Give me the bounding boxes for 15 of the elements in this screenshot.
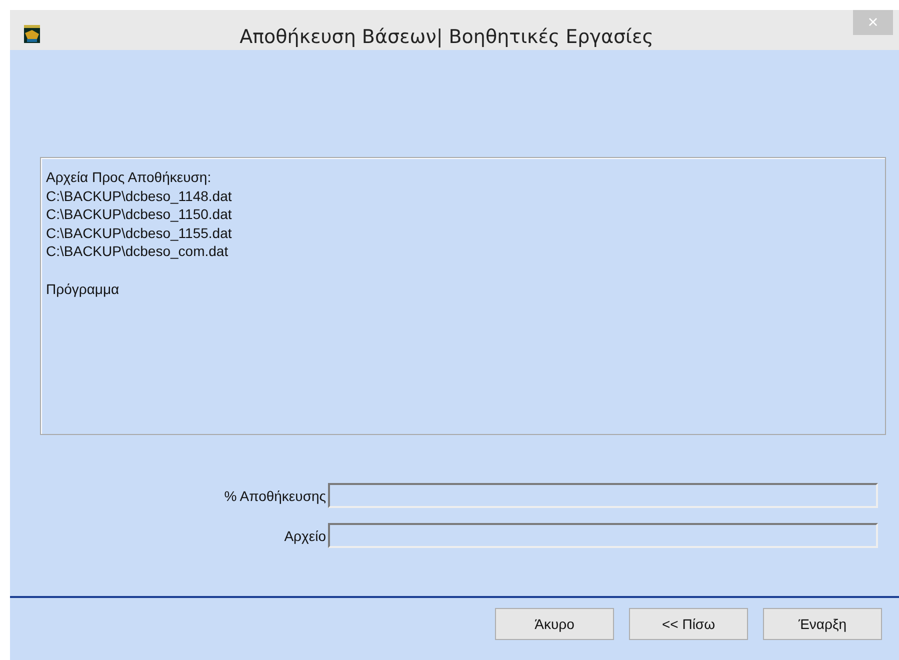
input-field[interactable] <box>328 483 878 508</box>
dialog-button[interactable]: << Πίσω <box>629 608 748 640</box>
dialog-button[interactable]: Έναρξη <box>763 608 882 640</box>
file-list-line: C:\BACKUP\dcbeso_com.dat <box>46 242 230 261</box>
input-field[interactable] <box>328 523 878 548</box>
file-list-line: Πρόγραμμα <box>46 280 120 298</box>
file-list-line: C:\BACKUP\dcbeso_1155.dat <box>46 224 233 242</box>
field-label: % Αποθήκευσης <box>223 488 327 504</box>
file-list-line: C:\BACKUP\dcbeso_1148.dat <box>46 186 233 206</box>
file-list-line: Αρχεία Προς Αποθήκευση: <box>46 168 212 187</box>
file-list-line: C:\BACKUP\dcbeso_1150.dat <box>46 205 233 224</box>
window-title: Αποθήκευση Βάσεων| Βοηθητικές Εργασίες <box>238 26 654 48</box>
field-label: Αρχείο <box>283 528 327 544</box>
app-logo-icon <box>24 25 40 43</box>
dialog-button[interactable]: Άκυρο <box>495 608 614 640</box>
